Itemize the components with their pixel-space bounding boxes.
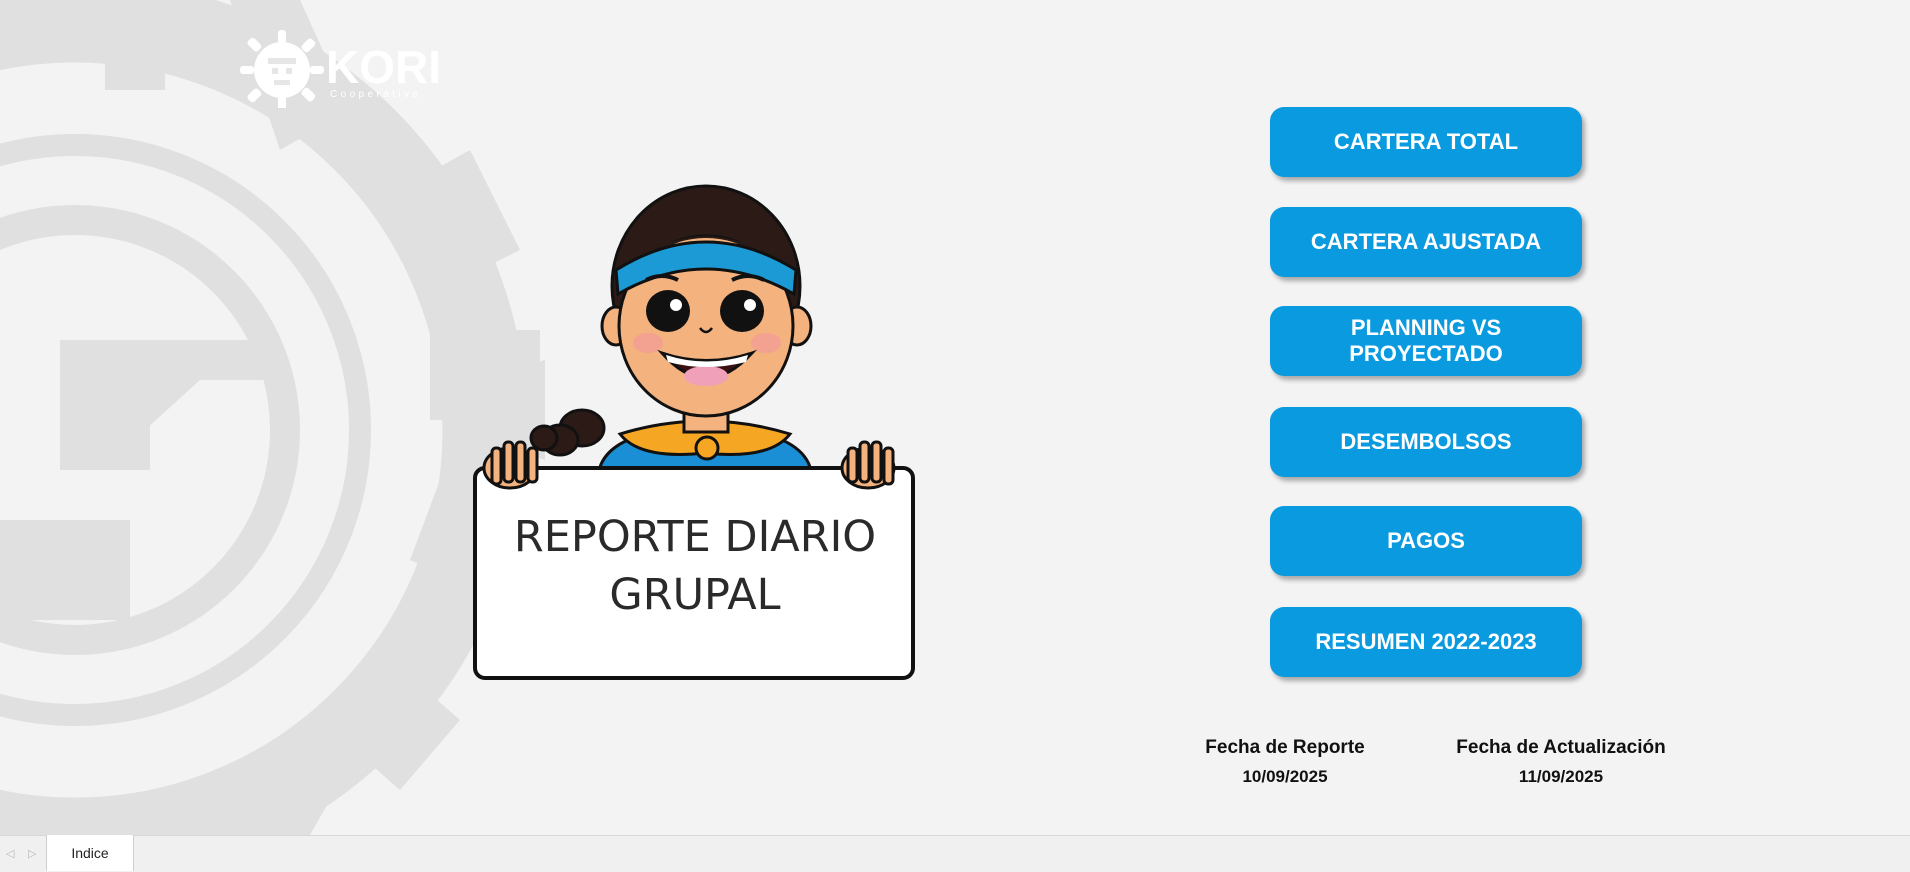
sheet-tab-bar: ◁ ▷ Indice xyxy=(0,835,1910,872)
update-date-value: 11/09/2025 xyxy=(1518,767,1604,786)
update-date-block: Fecha de Actualización 11/09/2025 xyxy=(1431,737,1691,787)
kori-sun-logo-icon: KORI Cooperative xyxy=(240,30,441,110)
desembolsos-button[interactable]: DESEMBOLSOS xyxy=(1270,407,1582,477)
report-date-block: Fecha de Reporte 10/09/2025 xyxy=(1155,737,1415,787)
kori-logo: KORI Cooperative xyxy=(238,28,458,110)
planning-vs-proyectado-button[interactable]: PLANNING VS PROYECTADO xyxy=(1270,306,1582,376)
sheet-tab-indice[interactable]: Indice xyxy=(46,835,134,871)
pagos-button[interactable]: PAGOS xyxy=(1270,506,1582,576)
dashboard-canvas: KORI Cooperative REPORTE DIARIO GRUPAL C… xyxy=(0,0,1910,835)
report-title-line-1: REPORTE DIARIO xyxy=(513,512,877,562)
svg-text:KORI: KORI xyxy=(326,41,441,93)
cartera-total-button[interactable]: CARTERA TOTAL xyxy=(1270,107,1582,177)
svg-text:Cooperative: Cooperative xyxy=(330,89,421,100)
report-date-value: 10/09/2025 xyxy=(1242,767,1328,786)
report-title-line-2: GRUPAL xyxy=(609,570,781,620)
update-date-label: Fecha de Actualización xyxy=(1456,737,1666,758)
cartera-ajustada-button[interactable]: CARTERA AJUSTADA xyxy=(1270,207,1582,277)
resumen-2022-2023-button[interactable]: RESUMEN 2022-2023 xyxy=(1270,607,1582,677)
report-title: REPORTE DIARIO GRUPAL xyxy=(480,508,910,624)
next-sheet-arrow-icon[interactable]: ▷ xyxy=(28,847,36,860)
prev-sheet-arrow-icon[interactable]: ◁ xyxy=(6,847,14,860)
report-date-label: Fecha de Reporte xyxy=(1205,737,1365,758)
